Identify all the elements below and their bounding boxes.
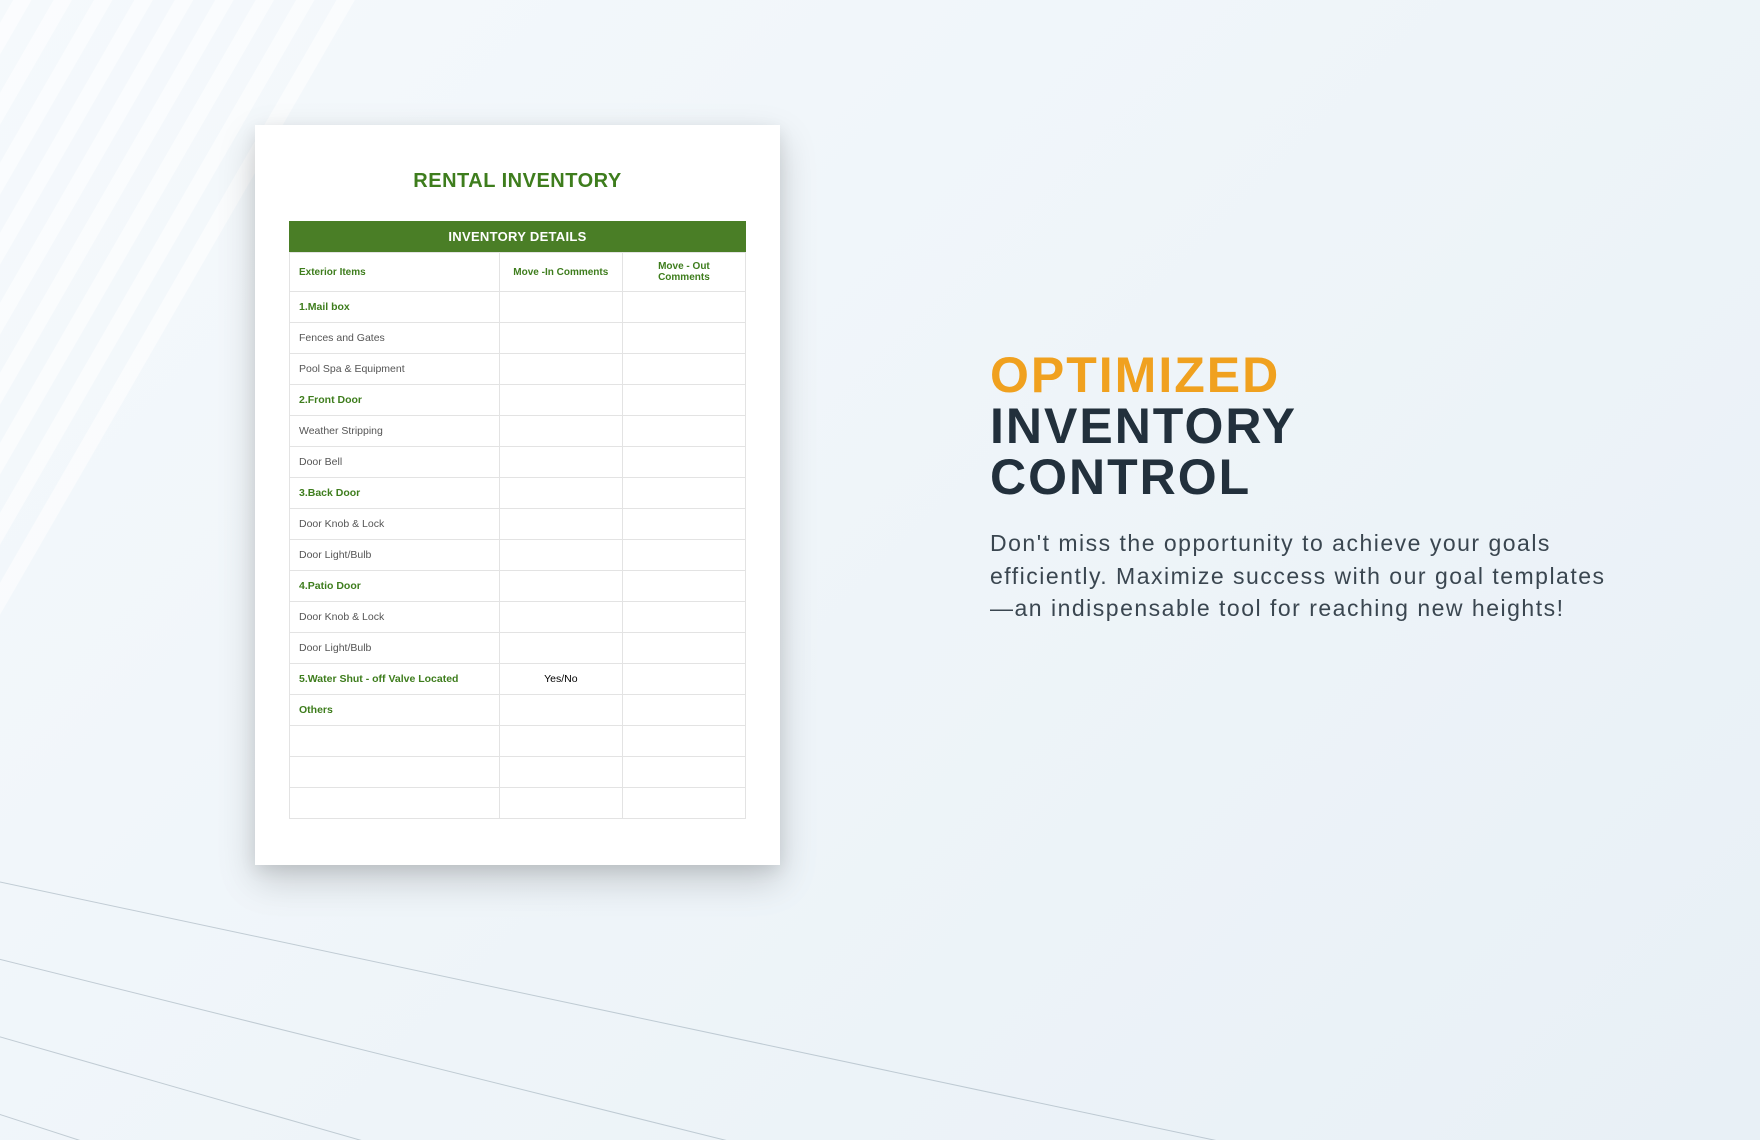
row-label: Door Knob & Lock [290, 602, 500, 633]
row-label: Weather Stripping [290, 416, 500, 447]
row-moveout [622, 540, 745, 571]
table-row: 4.Patio Door [290, 571, 746, 602]
row-label: Door Light/Bulb [290, 633, 500, 664]
table-row: Others [290, 695, 746, 726]
row-movein [499, 633, 622, 664]
row-movein [499, 385, 622, 416]
table-row: Door Light/Bulb [290, 540, 746, 571]
row-moveout [622, 664, 745, 695]
table-row: Door Knob & Lock [290, 509, 746, 540]
section-header: INVENTORY DETAILS [289, 221, 746, 252]
row-moveout [622, 509, 745, 540]
row-movein [499, 354, 622, 385]
row-label [290, 788, 500, 819]
row-label: 1.Mail box [290, 292, 500, 323]
row-label: 4.Patio Door [290, 571, 500, 602]
table-row [290, 788, 746, 819]
row-movein [499, 788, 622, 819]
row-movein [499, 447, 622, 478]
column-header-movein: Move -In Comments [499, 253, 622, 292]
table-row: 3.Back Door [290, 478, 746, 509]
document-preview: RENTAL INVENTORY INVENTORY DETAILS Exter… [255, 125, 780, 865]
body-text: Don't miss the opportunity to achieve yo… [990, 527, 1610, 625]
row-moveout [622, 633, 745, 664]
row-movein [499, 695, 622, 726]
row-label [290, 757, 500, 788]
table-row: Fences and Gates [290, 323, 746, 354]
table-row: 5.Water Shut - off Valve LocatedYes/No [290, 664, 746, 695]
row-moveout [622, 757, 745, 788]
headline-line-2: INVENTORY [990, 398, 1297, 454]
row-movein [499, 416, 622, 447]
table-header-row: Exterior Items Move -In Comments Move - … [290, 253, 746, 292]
inventory-table: Exterior Items Move -In Comments Move - … [289, 252, 746, 819]
row-movein [499, 571, 622, 602]
row-moveout [622, 571, 745, 602]
row-label: Fences and Gates [290, 323, 500, 354]
table-row [290, 757, 746, 788]
row-moveout [622, 354, 745, 385]
row-label: Door Light/Bulb [290, 540, 500, 571]
headline-line-3: CONTROL [990, 449, 1251, 505]
row-moveout [622, 416, 745, 447]
row-movein [499, 323, 622, 354]
row-moveout [622, 385, 745, 416]
table-row: Door Knob & Lock [290, 602, 746, 633]
marketing-copy: OPTIMIZED INVENTORY CONTROL Don't miss t… [990, 350, 1630, 625]
table-row: Weather Stripping [290, 416, 746, 447]
row-moveout [622, 695, 745, 726]
table-row: Door Light/Bulb [290, 633, 746, 664]
row-movein [499, 509, 622, 540]
row-moveout [622, 726, 745, 757]
row-label: 5.Water Shut - off Valve Located [290, 664, 500, 695]
row-label: Pool Spa & Equipment [290, 354, 500, 385]
row-movein [499, 726, 622, 757]
row-label: Door Knob & Lock [290, 509, 500, 540]
table-row [290, 726, 746, 757]
row-moveout [622, 447, 745, 478]
table-row: Pool Spa & Equipment [290, 354, 746, 385]
row-movein [499, 540, 622, 571]
table-row: Door Bell [290, 447, 746, 478]
table-row: 2.Front Door [290, 385, 746, 416]
table-row: 1.Mail box [290, 292, 746, 323]
row-moveout [622, 602, 745, 633]
row-movein: Yes/No [499, 664, 622, 695]
row-moveout [622, 478, 745, 509]
row-moveout [622, 292, 745, 323]
row-moveout [622, 323, 745, 354]
column-header-items: Exterior Items [290, 253, 500, 292]
row-movein [499, 292, 622, 323]
document-title: RENTAL INVENTORY [289, 170, 746, 193]
row-label: 2.Front Door [290, 385, 500, 416]
row-label: 3.Back Door [290, 478, 500, 509]
row-movein [499, 757, 622, 788]
row-label: Others [290, 695, 500, 726]
row-label: Door Bell [290, 447, 500, 478]
row-movein [499, 478, 622, 509]
row-moveout [622, 788, 745, 819]
row-label [290, 726, 500, 757]
headline: OPTIMIZED INVENTORY CONTROL [990, 350, 1630, 503]
headline-accent: OPTIMIZED [990, 350, 1630, 401]
row-movein [499, 602, 622, 633]
column-header-moveout: Move - Out Comments [622, 253, 745, 292]
